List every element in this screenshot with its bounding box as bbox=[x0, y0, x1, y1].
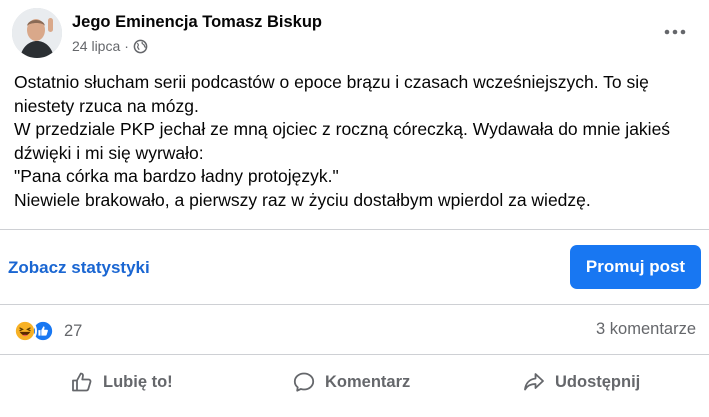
share-label: Udostępnij bbox=[555, 372, 641, 391]
share-button[interactable]: Udostępnij bbox=[522, 364, 640, 400]
view-insights-link[interactable]: Zobacz statystyki bbox=[8, 258, 150, 278]
reactions-count: 27 bbox=[64, 321, 83, 340]
haha-icon bbox=[13, 319, 37, 343]
post-text-line: niestety rzuca na mózg. bbox=[14, 95, 199, 116]
post-text-line: Niewiele brakowało, a pierwszy raz w życ… bbox=[14, 189, 591, 210]
author-name[interactable]: Jego Eminencja Tomasz Biskup bbox=[72, 13, 322, 32]
post-text-line: W przedziale PKP jechał ze mną ojciec z … bbox=[14, 119, 671, 140]
post-text: Ostatnio słucham serii podcastów o epoce… bbox=[14, 71, 699, 213]
comment-icon bbox=[293, 372, 315, 392]
like-label: Lubię to! bbox=[103, 372, 173, 391]
comments-count[interactable]: 3 komentarze bbox=[596, 320, 696, 339]
ellipsis-icon bbox=[664, 29, 686, 35]
promote-post-button[interactable]: Promuj post bbox=[570, 245, 701, 289]
post-text-line: dźwięki i mi się wyrwało: bbox=[14, 142, 204, 163]
thumbs-up-icon bbox=[72, 372, 92, 392]
post-header: Jego Eminencja Tomasz Biskup 24 lipca · bbox=[12, 8, 697, 58]
post-text-line: "Pana córka ma bardzo ładny protojęzyk." bbox=[14, 166, 339, 187]
post-text-line: Ostatnio słucham serii podcastów o epoce… bbox=[14, 72, 649, 92]
divider bbox=[0, 304, 709, 305]
globe-icon[interactable] bbox=[133, 39, 148, 54]
comment-label: Komentarz bbox=[325, 372, 411, 391]
meta-separator: · bbox=[124, 38, 129, 54]
like-button[interactable]: Lubię to! bbox=[70, 364, 173, 400]
reactions-summary[interactable]: 27 bbox=[13, 317, 82, 345]
avatar-photo bbox=[12, 8, 62, 58]
post-date[interactable]: 24 lipca bbox=[72, 38, 120, 54]
comment-button[interactable]: Komentarz bbox=[292, 364, 410, 400]
post-meta: 24 lipca · bbox=[72, 38, 148, 54]
avatar[interactable] bbox=[12, 8, 62, 58]
divider bbox=[0, 229, 709, 230]
post-actions: Lubię to! Komentarz Udostępnij bbox=[0, 364, 709, 400]
divider bbox=[0, 354, 709, 355]
share-icon bbox=[524, 373, 544, 391]
more-options-button[interactable] bbox=[661, 20, 689, 44]
